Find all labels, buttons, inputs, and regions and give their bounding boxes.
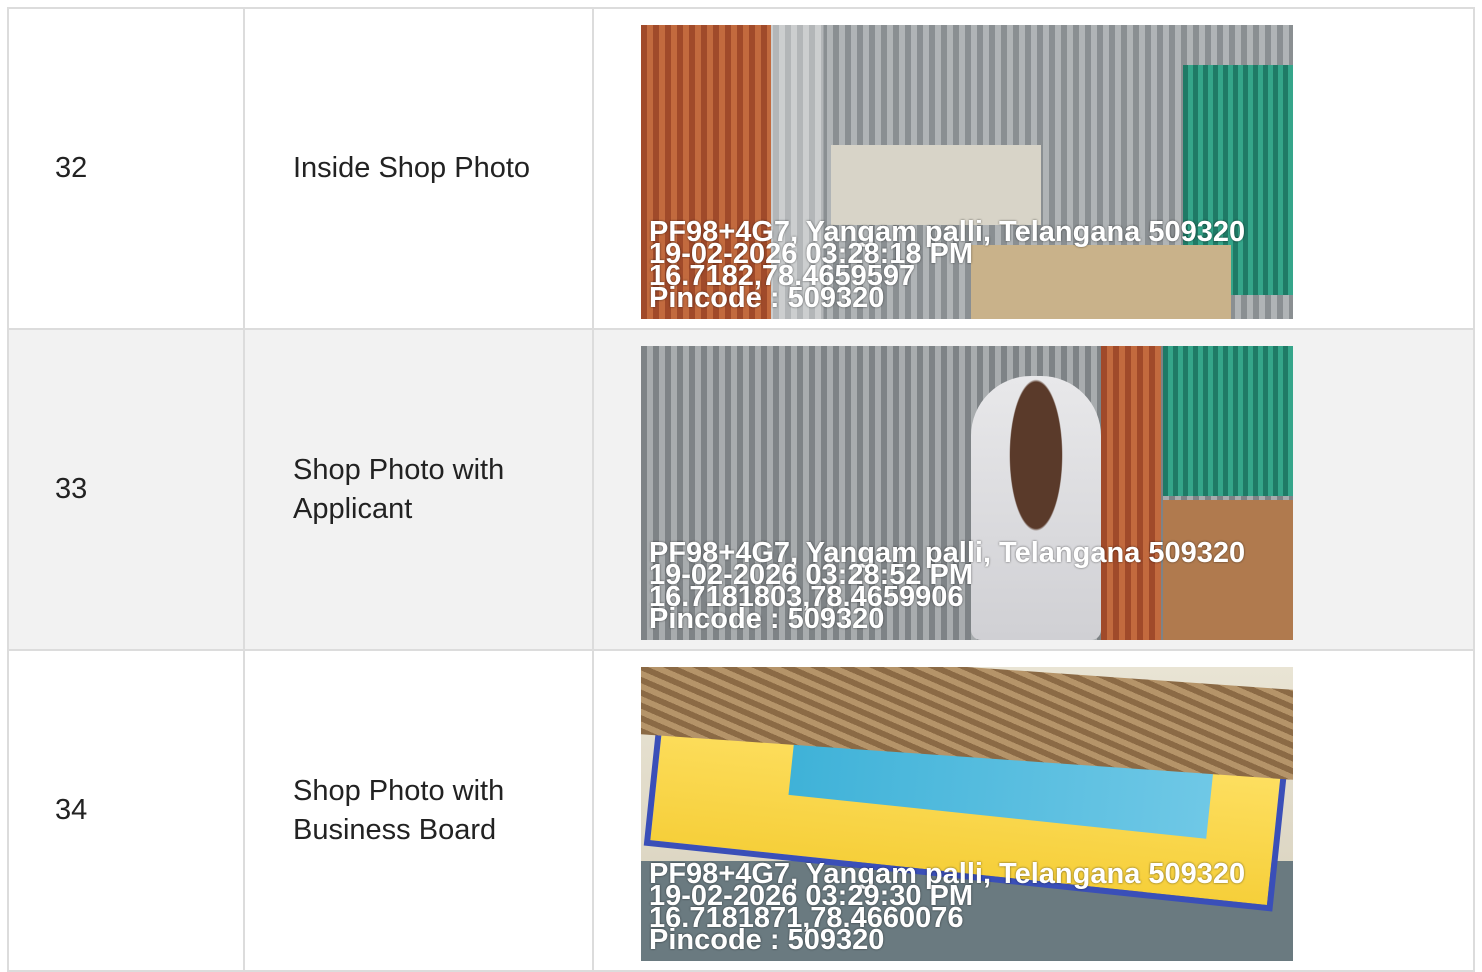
table-row: 33 Shop Photo with Applicant PF98+4G7, Y… <box>9 330 1475 651</box>
shop-photo-with-board[interactable]: PF98+4G7, Yangam palli, Telangana 509320… <box>641 667 1293 961</box>
geo-stamp: PF98+4G7, Yangam palli, Telangana 509320… <box>649 218 1245 314</box>
geo-stamp: PF98+4G7, Yangam palli, Telangana 509320… <box>649 860 1245 955</box>
geo-pincode: Pincode : 509320 <box>649 282 885 314</box>
row-number: 34 <box>9 651 245 970</box>
photo-shelf <box>831 145 1041 225</box>
row-label: Shop Photo with Business Board <box>245 651 594 970</box>
row-number: 33 <box>9 330 245 649</box>
photo-cell: PF98+4G7, Yangam palli, Telangana 509320… <box>594 651 1475 970</box>
photo-cell: PF98+4G7, Yangam palli, Telangana 509320… <box>594 330 1475 649</box>
row-number: 32 <box>9 9 245 328</box>
shop-photo-with-applicant[interactable]: PF98+4G7, Yangam palli, Telangana 509320… <box>641 346 1293 640</box>
row-label: Inside Shop Photo <box>245 9 594 328</box>
table-row: 32 Inside Shop Photo PF98+4G7, Yangam pa… <box>9 9 1475 330</box>
photo-table: 32 Inside Shop Photo PF98+4G7, Yangam pa… <box>7 7 1475 972</box>
row-label: Shop Photo with Applicant <box>245 330 594 649</box>
photo-cell: PF98+4G7, Yangam palli, Telangana 509320… <box>594 9 1475 328</box>
photo-curtain <box>1163 346 1293 496</box>
geo-stamp: PF98+4G7, Yangam palli, Telangana 509320… <box>649 539 1245 634</box>
table-row: 34 Shop Photo with Business Board PF98+4… <box>9 651 1475 972</box>
inside-shop-photo[interactable]: PF98+4G7, Yangam palli, Telangana 509320… <box>641 25 1293 319</box>
